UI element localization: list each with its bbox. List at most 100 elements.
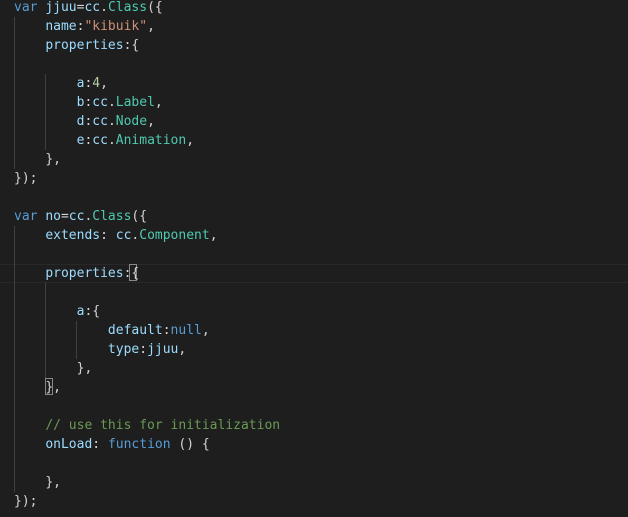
code-line[interactable]: a:4, bbox=[14, 74, 628, 93]
code-line[interactable]: a:{ bbox=[14, 302, 628, 321]
code-token: no bbox=[45, 209, 61, 224]
code-token: :{ bbox=[123, 266, 140, 281]
code-token: jjuu bbox=[147, 342, 179, 357]
code-token: : bbox=[92, 437, 108, 452]
code-line[interactable]: properties:{ bbox=[14, 36, 628, 55]
code-editor[interactable]: var jjuu=cc.Class({ name:"kibuik", prope… bbox=[0, 0, 628, 517]
code-line[interactable]: d:cc.Node, bbox=[14, 112, 628, 131]
code-token: cc bbox=[92, 114, 108, 129]
code-token: properties bbox=[45, 38, 124, 53]
code-token: var bbox=[14, 0, 38, 15]
code-line[interactable]: default:null, bbox=[14, 321, 628, 340]
code-line[interactable] bbox=[14, 245, 628, 264]
code-token: jjuu bbox=[45, 0, 77, 15]
code-token: Class bbox=[107, 0, 148, 15]
code-token: . bbox=[107, 114, 116, 129]
code-line[interactable]: e:cc.Animation, bbox=[14, 131, 628, 150]
code-line[interactable]: // use this for initialization bbox=[14, 416, 628, 435]
code-token: cc bbox=[92, 95, 108, 110]
code-line[interactable] bbox=[14, 397, 628, 416]
code-line[interactable]: properties:{ bbox=[14, 264, 628, 283]
code-token: :{ bbox=[84, 304, 101, 319]
code-line[interactable]: }); bbox=[14, 492, 628, 511]
code-token: }, bbox=[45, 475, 61, 490]
code-token: onLoad bbox=[45, 437, 93, 452]
code-token: Component bbox=[139, 228, 210, 243]
code-token: }); bbox=[14, 171, 38, 186]
code-line[interactable] bbox=[14, 188, 628, 207]
code-token: , bbox=[154, 95, 163, 110]
code-token: . bbox=[107, 133, 116, 148]
code-line[interactable]: var jjuu=cc.Class({ bbox=[14, 0, 628, 17]
code-token: :{ bbox=[123, 38, 140, 53]
code-token: "kibuik" bbox=[84, 19, 148, 34]
code-token: . bbox=[100, 0, 108, 15]
code-token: : bbox=[139, 342, 148, 357]
code-token: : bbox=[100, 228, 116, 243]
code-token: , bbox=[178, 342, 187, 357]
code-line[interactable]: extends: cc.Component, bbox=[14, 226, 628, 245]
code-token: properties bbox=[45, 266, 124, 281]
code-token: = bbox=[60, 209, 69, 224]
code-token: , bbox=[147, 19, 155, 34]
code-line[interactable] bbox=[14, 283, 628, 302]
code-token: , bbox=[100, 76, 108, 91]
code-token: cc bbox=[68, 209, 85, 224]
code-token: , bbox=[186, 133, 195, 148]
code-token: . bbox=[107, 95, 116, 110]
code-line[interactable]: }, bbox=[14, 150, 628, 169]
code-token: , bbox=[201, 323, 210, 338]
code-line[interactable]: }, bbox=[14, 473, 628, 492]
code-token: name bbox=[45, 19, 77, 34]
code-token: Node bbox=[115, 114, 148, 129]
code-token: cc bbox=[92, 133, 108, 148]
code-token: cc bbox=[84, 0, 101, 15]
code-token: }); bbox=[14, 494, 38, 509]
code-token: null bbox=[170, 323, 202, 338]
code-token: }, bbox=[76, 361, 93, 376]
code-token: 4 bbox=[92, 76, 101, 91]
code-token: type bbox=[107, 342, 140, 357]
code-token: ({ bbox=[147, 0, 163, 15]
code-token: default bbox=[107, 323, 163, 338]
code-token: }, bbox=[45, 152, 61, 167]
code-line[interactable] bbox=[14, 454, 628, 473]
code-line[interactable]: type:jjuu, bbox=[14, 340, 628, 359]
code-token: }, bbox=[45, 380, 61, 395]
code-line[interactable]: }, bbox=[14, 359, 628, 378]
code-line[interactable]: }); bbox=[14, 169, 628, 188]
code-token: extends bbox=[45, 228, 101, 243]
code-line[interactable]: b:cc.Label, bbox=[14, 93, 628, 112]
code-token: function bbox=[107, 437, 171, 452]
code-line[interactable] bbox=[14, 55, 628, 74]
code-token: Animation bbox=[115, 133, 187, 148]
code-token: Class bbox=[92, 209, 132, 224]
code-line[interactable]: }, bbox=[14, 378, 628, 397]
code-token: Label bbox=[115, 95, 155, 110]
code-token: , bbox=[209, 228, 218, 243]
code-token: cc bbox=[115, 228, 132, 243]
code-line[interactable]: onLoad: function () { bbox=[14, 435, 628, 454]
code-line[interactable]: var no=cc.Class({ bbox=[14, 207, 628, 226]
code-token: // use this for initialization bbox=[45, 418, 281, 433]
code-line[interactable]: name:"kibuik", bbox=[14, 17, 628, 36]
code-token: : bbox=[162, 323, 171, 338]
code-token: ({ bbox=[131, 209, 148, 224]
